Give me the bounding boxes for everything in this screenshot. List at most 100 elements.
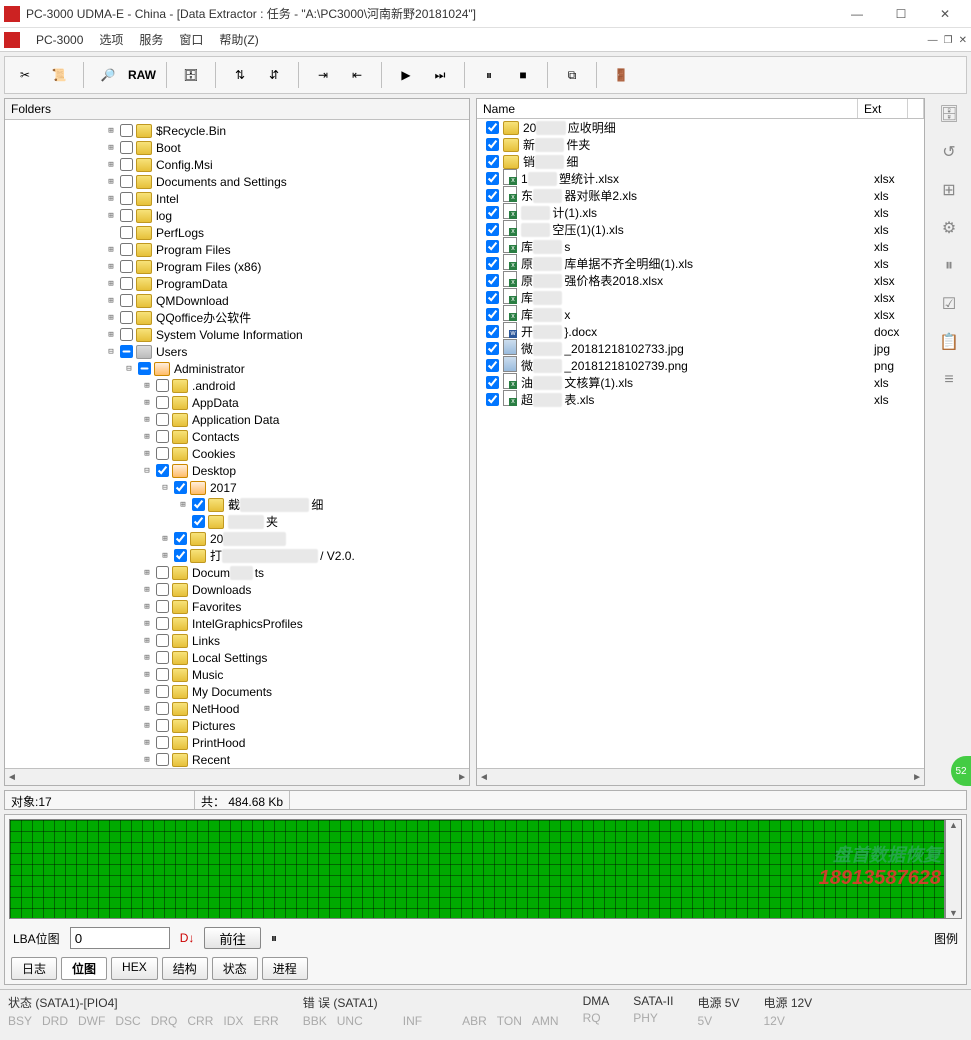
tree-row[interactable]: ⊞Docum_ts <box>5 564 469 581</box>
tab-结构[interactable]: 结构 <box>162 957 208 980</box>
file-checkbox[interactable] <box>486 155 499 168</box>
legend-label[interactable]: 图例 <box>934 930 958 947</box>
file-row[interactable]: 库__xlsx <box>477 289 924 306</box>
tree-checkbox[interactable] <box>156 685 169 698</box>
tree-row[interactable]: ⊞Application Data <box>5 411 469 428</box>
expander-icon[interactable]: ⊞ <box>105 279 117 289</box>
file-row[interactable]: 东__器对账单2.xlsxls <box>477 187 924 204</box>
raw-button[interactable]: RAW <box>128 61 156 89</box>
tree-row[interactable]: ⊞Intel <box>5 190 469 207</box>
expander-icon[interactable]: ⊞ <box>105 262 117 272</box>
menu-item-3[interactable]: 帮助(Z) <box>211 33 266 47</box>
hscrollbar-right[interactable]: ◄► <box>477 768 924 785</box>
file-row[interactable]: 1__塑统计.xlsxxlsx <box>477 170 924 187</box>
pause2-icon[interactable]: ⏸ <box>271 931 277 946</box>
sort2-icon[interactable]: ⇵ <box>260 61 288 89</box>
expander-icon[interactable]: ⊞ <box>141 585 153 595</box>
tree-checkbox[interactable] <box>156 600 169 613</box>
tree-checkbox[interactable] <box>156 617 169 630</box>
tree-checkbox[interactable] <box>192 498 205 511</box>
tree-checkbox[interactable] <box>192 515 205 528</box>
tree-row[interactable]: ⊞ProgramData <box>5 275 469 292</box>
tree-checkbox[interactable] <box>156 668 169 681</box>
tree-row[interactable]: ⊞截________细 <box>5 496 469 513</box>
tree-row[interactable]: PerfLogs <box>5 224 469 241</box>
file-checkbox[interactable] <box>486 325 499 338</box>
mdi-minimize-icon[interactable]: — <box>928 35 938 46</box>
tree-row[interactable]: ⊟Administrator <box>5 360 469 377</box>
tree-row[interactable]: ⊞log <box>5 207 469 224</box>
lba-map[interactable] <box>9 819 945 919</box>
tree-checkbox[interactable] <box>156 583 169 596</box>
tree-row[interactable]: ⊟2017 <box>5 479 469 496</box>
tree-checkbox[interactable] <box>174 481 187 494</box>
tree-row[interactable]: ⊞AppData <box>5 394 469 411</box>
expander-icon[interactable]: ⊞ <box>141 415 153 425</box>
tree-checkbox[interactable] <box>120 226 133 239</box>
menu-app[interactable]: PC-3000 <box>28 33 91 47</box>
tree-checkbox[interactable] <box>120 243 133 256</box>
tree-row[interactable]: ⊞Config.Msi <box>5 156 469 173</box>
file-row[interactable]: 开__}.docxdocx <box>477 323 924 340</box>
tab-进程[interactable]: 进程 <box>262 957 308 980</box>
expander-icon[interactable]: ⊟ <box>159 483 171 493</box>
file-row[interactable]: 油__文核算(1).xlsxls <box>477 374 924 391</box>
tree-checkbox[interactable] <box>120 124 133 137</box>
tree-checkbox[interactable] <box>156 430 169 443</box>
scan-icon[interactable]: ⊞ <box>937 178 961 202</box>
file-row[interactable]: 新__件夹 <box>477 136 924 153</box>
file-row[interactable]: 销__细 <box>477 153 924 170</box>
expander-icon[interactable]: ⊞ <box>177 500 189 510</box>
play-icon[interactable]: ▶ <box>392 61 420 89</box>
script-icon[interactable]: 📜 <box>45 61 73 89</box>
tree-checkbox[interactable] <box>156 651 169 664</box>
tree-checkbox[interactable] <box>174 532 187 545</box>
tree-checkbox[interactable] <box>174 549 187 562</box>
file-checkbox[interactable] <box>486 240 499 253</box>
expander-icon[interactable]: ⊞ <box>159 551 171 561</box>
tree-checkbox[interactable] <box>156 634 169 647</box>
tree-checkbox[interactable] <box>156 379 169 392</box>
menu-item-2[interactable]: 窗口 <box>171 33 211 47</box>
expander-icon[interactable]: ⊞ <box>159 534 171 544</box>
tree-checkbox[interactable] <box>138 362 151 375</box>
expander-icon[interactable]: ⊞ <box>105 330 117 340</box>
expander-icon[interactable]: ⊞ <box>141 636 153 646</box>
expander-icon[interactable]: ⊞ <box>105 143 117 153</box>
maximize-button[interactable]: ☐ <box>879 0 923 28</box>
expander-icon[interactable]: ⊞ <box>141 704 153 714</box>
expander-icon[interactable]: ⊞ <box>105 126 117 136</box>
tree-checkbox[interactable] <box>156 753 169 766</box>
tree-row[interactable]: ⊞Music <box>5 666 469 683</box>
tree-row[interactable]: ⊞System Volume Information <box>5 326 469 343</box>
tree-row[interactable]: ⊟Users <box>5 343 469 360</box>
mdi-close-icon[interactable]: ✕ <box>959 35 967 46</box>
database-icon[interactable]: 🗄 <box>177 61 205 89</box>
tree-checkbox[interactable] <box>120 209 133 222</box>
tree-checkbox[interactable] <box>156 396 169 409</box>
expander-icon[interactable]: ⊞ <box>141 432 153 442</box>
tree-row[interactable]: ⊞Downloads <box>5 581 469 598</box>
expander-icon[interactable]: ⊟ <box>141 466 153 476</box>
tree-row[interactable]: ⊞Contacts <box>5 428 469 445</box>
file-checkbox[interactable] <box>486 223 499 236</box>
reset-icon[interactable]: ↺ <box>937 140 961 164</box>
tree-row[interactable]: ⊞Local Settings <box>5 649 469 666</box>
binoculars-icon[interactable]: 🔎 <box>94 61 122 89</box>
expander-icon[interactable]: ⊞ <box>141 738 153 748</box>
tree-row[interactable]: ⊞NetHood <box>5 700 469 717</box>
tree-row[interactable]: ⊞Favorites <box>5 598 469 615</box>
expander-icon[interactable]: ⊞ <box>141 670 153 680</box>
file-checkbox[interactable] <box>486 342 499 355</box>
tree-row[interactable]: ⊞Boot <box>5 139 469 156</box>
tree-checkbox[interactable] <box>156 719 169 732</box>
tree-checkbox[interactable] <box>120 294 133 307</box>
tree-checkbox[interactable] <box>120 158 133 171</box>
file-row[interactable]: 20__应收明细 <box>477 119 924 136</box>
tree-checkbox[interactable] <box>120 277 133 290</box>
tree-checkbox[interactable] <box>156 566 169 579</box>
tree-checkbox[interactable] <box>120 311 133 324</box>
lba-input[interactable] <box>70 927 170 949</box>
tree-checkbox[interactable] <box>120 328 133 341</box>
expander-icon[interactable]: ⊞ <box>105 296 117 306</box>
